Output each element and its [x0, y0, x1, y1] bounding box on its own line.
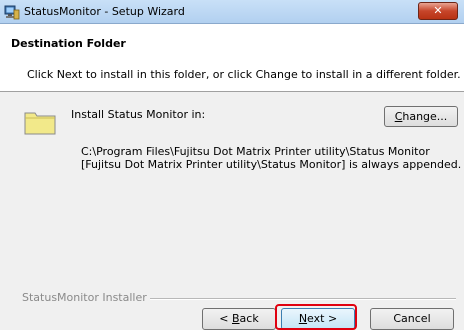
install-location-label: Install Status Monitor in:: [71, 108, 206, 121]
title-bar: StatusMonitor - Setup Wizard ✕: [0, 0, 464, 24]
cancel-button[interactable]: Cancel: [370, 308, 454, 330]
footer-divider: [150, 298, 456, 300]
folder-icon: [24, 112, 56, 135]
change-button[interactable]: Change...: [384, 106, 458, 127]
append-note: [Fujitsu Dot Matrix Printer utility\Stat…: [81, 158, 462, 171]
wizard-body: Install Status Monitor in: Change... C:\…: [0, 92, 464, 330]
next-button-highlight: [275, 304, 357, 330]
page-title: Destination Folder: [11, 37, 126, 50]
installer-brand-label: StatusMonitor Installer: [22, 291, 147, 304]
install-path: C:\Program Files\Fujitsu Dot Matrix Prin…: [81, 145, 430, 158]
back-accelerator: B: [232, 312, 240, 325]
back-button[interactable]: < Back: [202, 308, 276, 330]
window-title: StatusMonitor - Setup Wizard: [24, 5, 185, 18]
setup-computer-icon: [4, 5, 20, 20]
page-description: Click Next to install in this folder, or…: [27, 68, 461, 81]
close-button[interactable]: ✕: [418, 2, 458, 20]
wizard-header: Destination Folder Click Next to install…: [0, 24, 464, 92]
